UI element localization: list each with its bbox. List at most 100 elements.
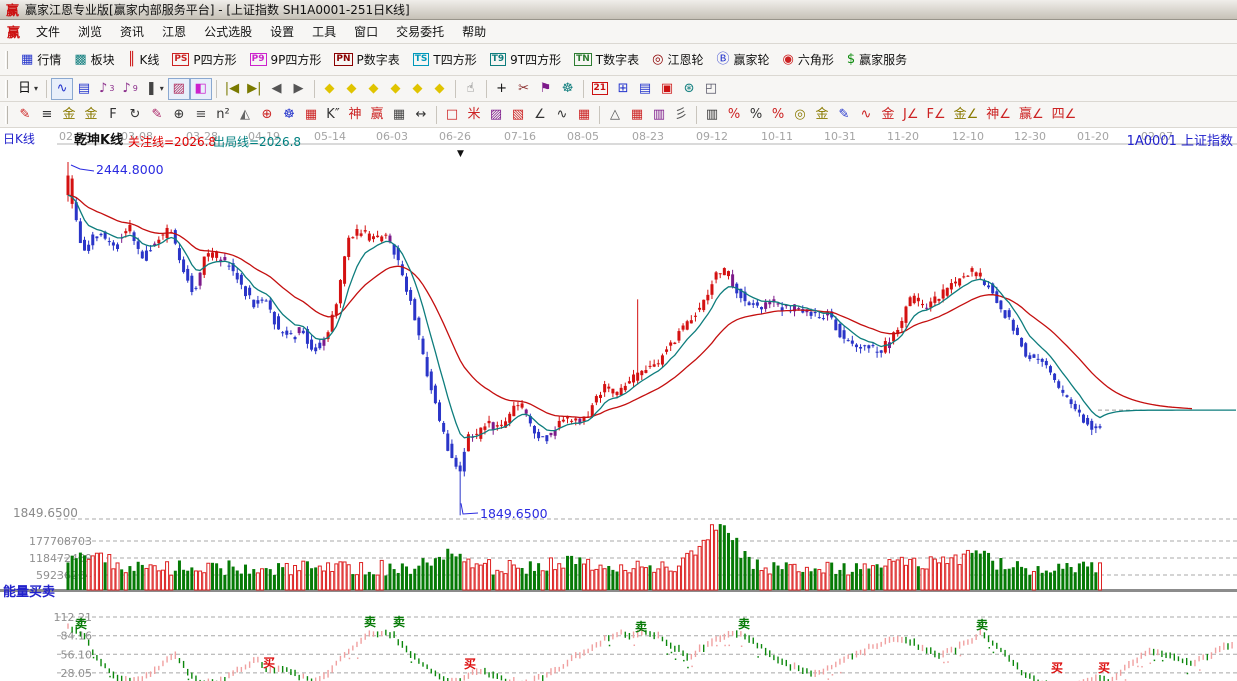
shift-right-diamond[interactable]: ◆ [341, 78, 363, 100]
gann-wheel-button[interactable]: ◎ 江恩轮 [646, 48, 709, 71]
gold-ratio-tool[interactable]: 金 [58, 104, 80, 126]
gold-angle-red-tool[interactable]: 金 [877, 104, 899, 126]
market-quotes-button[interactable]: ▦ 行情 [15, 48, 67, 71]
menu-item-1[interactable]: 浏览 [69, 20, 111, 43]
ray-fan-tool[interactable]: 米 [463, 104, 485, 126]
price-note-tool[interactable]: ✎ [833, 104, 855, 126]
color-histogram-toggle[interactable]: ◧ [189, 77, 212, 100]
menu-item-3[interactable]: 江恩 [153, 20, 195, 43]
next-page-button[interactable]: ▶ [288, 78, 310, 100]
toolbar-grip[interactable] [5, 105, 8, 124]
stat-percent-tool[interactable]: ▥ [701, 104, 723, 126]
menu-item-2[interactable]: 资讯 [111, 20, 153, 43]
time-span-tool[interactable]: ↔ [410, 104, 432, 126]
ying-gann-tool[interactable]: 赢 [366, 104, 388, 126]
info-panel-toggle[interactable]: ▤ [73, 78, 95, 100]
gann-box-tool[interactable]: ▧ [507, 104, 529, 126]
prev-page-button[interactable]: ◀ [266, 78, 288, 100]
compress-horizontal-diamond[interactable]: ◆ [385, 78, 407, 100]
last-page-button[interactable]: ▶| [243, 78, 265, 100]
t-square-button[interactable]: TS T四方形 [407, 48, 483, 71]
menu-item-7[interactable]: 窗口 [345, 20, 387, 43]
ying-angle-tool[interactable]: 赢∠ [1015, 104, 1048, 126]
price-steps-tool[interactable]: ≡ [190, 104, 212, 126]
crosshair-tool[interactable]: + [491, 78, 513, 100]
target-circle-tool[interactable]: ⊕ [256, 104, 278, 126]
f-angle-tool[interactable]: F∠ [923, 104, 950, 126]
k-compare-tool[interactable]: K″ [322, 104, 344, 126]
shen-angle-tool[interactable]: 神∠ [982, 104, 1015, 126]
gold-levels-tool[interactable]: 金 [811, 104, 833, 126]
menu-item-5[interactable]: 设置 [261, 20, 303, 43]
winner-wheel-button[interactable]: Ⓑ 赢家轮 [711, 48, 776, 71]
remote-service-tool[interactable]: ◰ [700, 78, 722, 100]
calculator-tool[interactable]: ⊞ [612, 78, 634, 100]
first-page-button[interactable]: |◀ [221, 78, 243, 100]
hexagon-button[interactable]: ◉ 六角形 [777, 48, 840, 71]
gold-angle-tool[interactable]: 金∠ [950, 104, 983, 126]
stats-tool[interactable]: ☸ [557, 78, 579, 100]
time-price-grid-tool[interactable]: ▦ [626, 104, 648, 126]
sectors-button[interactable]: ▩ 板块 [68, 48, 120, 71]
winner-service-button[interactable]: $ 赢家服务 [841, 48, 913, 71]
gold-circle-tool[interactable]: ◎ [789, 104, 811, 126]
toolbar-grip[interactable] [5, 50, 8, 69]
peak-valley-tool[interactable]: ∿ [855, 104, 877, 126]
percent-retrace-tool[interactable]: % [723, 104, 745, 126]
save-tool[interactable]: ▣ [656, 78, 678, 100]
mark-tool[interactable]: ⚑ [535, 78, 557, 100]
compress-all-diamond[interactable]: ◆ [429, 78, 451, 100]
kline-button[interactable]: ║ K线 [122, 48, 166, 71]
shen-gann-tool[interactable]: 神 [344, 104, 366, 126]
web-info-tool[interactable]: ⊛ [678, 78, 700, 100]
shift-left-diamond[interactable]: ◆ [319, 78, 341, 100]
expand-horizontal-diamond[interactable]: ◆ [363, 78, 385, 100]
p-square-button[interactable]: PS P四方形 [166, 48, 242, 71]
measure-tool[interactable]: ✂ [513, 78, 535, 100]
square-of-nine-tool[interactable]: n² [212, 104, 234, 126]
wave-tool[interactable]: ∿ [551, 104, 573, 126]
trend-pencil-tool[interactable]: ✎ [14, 104, 36, 126]
pattern-overlay-toggle[interactable]: ▨ [167, 77, 190, 100]
menu-item-9[interactable]: 帮助 [453, 20, 495, 43]
fibonacci-tool[interactable]: F [102, 104, 124, 126]
percent-pencil-tool[interactable]: ✎ [146, 104, 168, 126]
parallel-rays-tool[interactable]: 彡 [670, 104, 692, 126]
nine-t-square-button[interactable]: T9 9T四方形 [484, 48, 567, 71]
price-grid-tool[interactable]: ▦ [300, 104, 322, 126]
calendar-grid-tool[interactable]: ▦ [388, 104, 410, 126]
kline-chart-canvas[interactable]: 02-18 03-08 03-28 04-19 05-14 06-03 06-26 07-16… [0, 128, 1237, 681]
spider-web-tool[interactable]: ☸ [278, 104, 300, 126]
menu-item-0[interactable]: 文件 [27, 20, 69, 43]
percent-tool[interactable]: % [745, 104, 767, 126]
square-grid-tool[interactable]: ▦ [573, 104, 595, 126]
expand-all-diamond[interactable]: ◆ [407, 78, 429, 100]
si-angle-tool[interactable]: 四∠ [1048, 104, 1081, 126]
qiankun-kline-toggle[interactable]: ∿ [51, 77, 74, 100]
toolbar-grip[interactable] [5, 79, 8, 98]
candle-style-dropdown[interactable]: ❚ ▾ [142, 78, 168, 100]
nine-p-square-button[interactable]: P9 9P四方形 [244, 48, 328, 71]
h-segments-tool[interactable]: ≡ [36, 104, 58, 126]
gold-section-tool[interactable]: 金 [80, 104, 102, 126]
spiral-tool[interactable]: ↻ [124, 104, 146, 126]
menu-item-8[interactable]: 交易委托 [387, 20, 453, 43]
t-number-table-button[interactable]: TN T数字表 [568, 48, 645, 71]
gann-circle-tool[interactable]: ⊕ [168, 104, 190, 126]
menu-item-4[interactable]: 公式选股 [195, 20, 261, 43]
angle-lines-tool[interactable]: ∠ [529, 104, 551, 126]
percent-levels-tool[interactable]: % [767, 104, 789, 126]
cycle-grid-tool[interactable]: ▥ [648, 104, 670, 126]
hand-tool[interactable]: ☝ [460, 78, 482, 100]
fan-box-tool[interactable]: ▨ [485, 104, 507, 126]
triangle-tool[interactable]: △ [604, 104, 626, 126]
chart-3-panes[interactable]: ♪ 3 [95, 78, 118, 100]
rect-tool[interactable]: □ [441, 104, 463, 126]
j-angle-tool[interactable]: J∠ [899, 104, 923, 126]
chart-9-panes[interactable]: ♪ 9 [118, 78, 141, 100]
menu-item-6[interactable]: 工具 [303, 20, 345, 43]
calendar-tool[interactable]: 21 [588, 78, 613, 100]
notes-tool[interactable]: ▤ [634, 78, 656, 100]
scroll-position-marker-icon[interactable]: ▼ [457, 149, 464, 159]
period-day-dropdown[interactable]: 日 ▾ [14, 78, 42, 100]
